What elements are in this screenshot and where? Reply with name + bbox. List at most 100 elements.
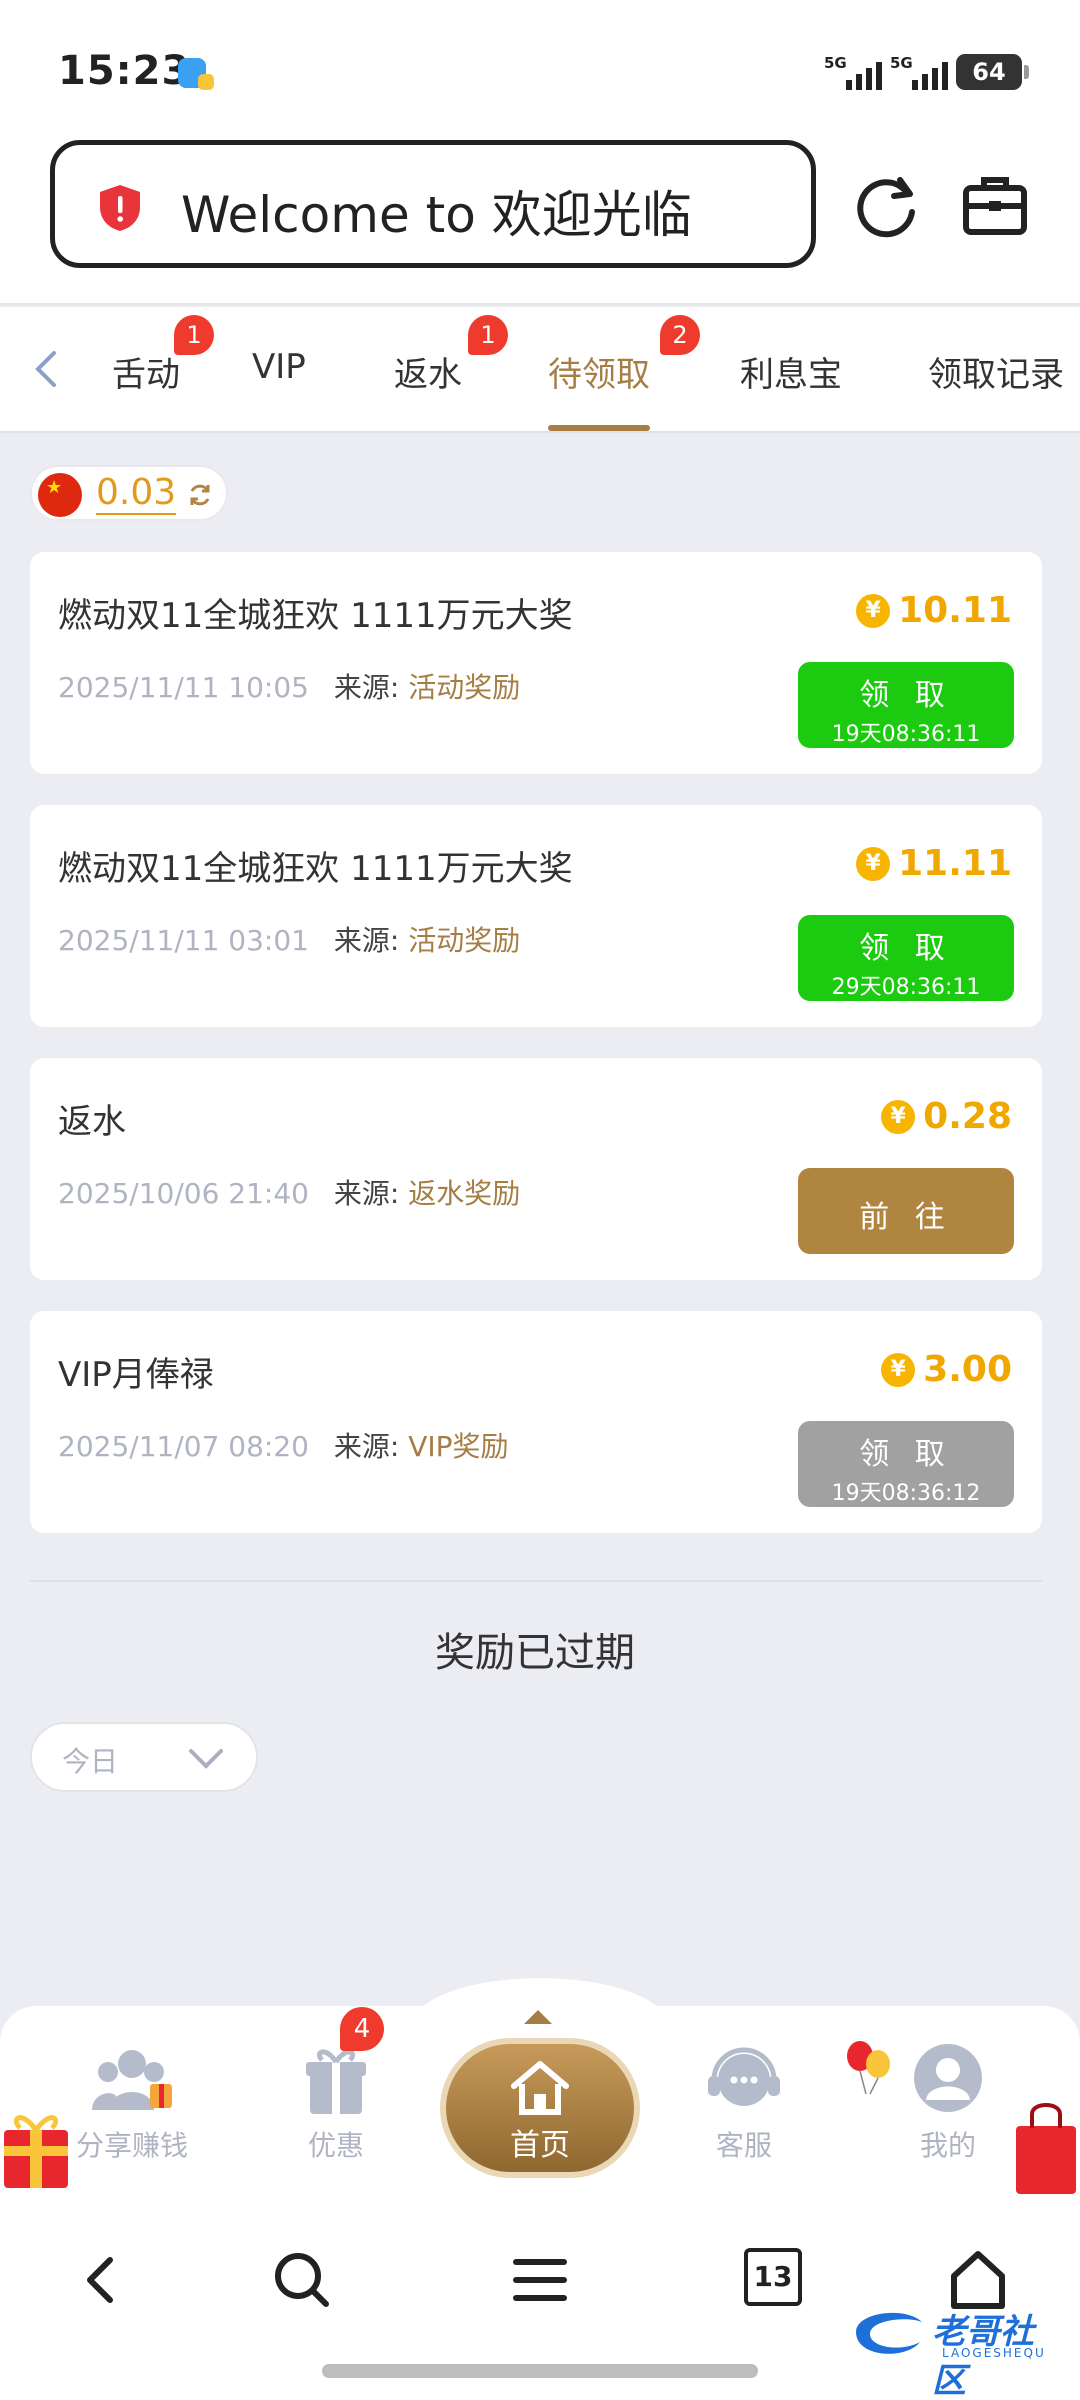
tab-vip[interactable]: VIP — [252, 347, 306, 387]
reward-amount: ¥ 0.28 — [881, 1096, 1012, 1137]
tab-rebate[interactable]: 返水 — [394, 347, 462, 396]
claim-button-disabled[interactable]: 领 取 19天08:36:12 — [798, 1421, 1014, 1507]
tab-pending[interactable]: 待领取 — [548, 347, 650, 396]
shield-icon — [100, 185, 140, 231]
nav-label: 优惠 — [307, 2129, 364, 2162]
caret-up-icon[interactable] — [520, 2006, 556, 2028]
date-filter-value: 今日 — [62, 1745, 119, 1778]
claim-button-label: 领 取 — [859, 1437, 953, 1472]
tab-badge: 1 — [174, 315, 214, 355]
search-icon[interactable] — [270, 2248, 334, 2312]
claim-countdown: 29天08:36:11 — [831, 975, 981, 1000]
reward-title: VIP月俸禄 — [58, 1355, 214, 1395]
claim-countdown: 19天08:36:12 — [831, 1481, 981, 1506]
signal-label: 5G — [890, 54, 913, 72]
reward-meta: 2025/10/06 21:40 来源: 返水奖励 — [58, 1172, 520, 1212]
claim-button-label: 领 取 — [859, 931, 953, 966]
back-icon[interactable] — [70, 2248, 134, 2312]
signal-label: 5G — [824, 54, 847, 72]
reward-date: 2025/11/11 03:01 — [58, 924, 309, 957]
nav-share-earn[interactable]: 分享赚钱 — [52, 2040, 212, 2164]
reward-source-label: 来源: — [333, 924, 400, 957]
nav-home-button[interactable]: 首页 — [440, 2038, 640, 2178]
reward-source: VIP奖励 — [408, 1430, 509, 1463]
nav-label: 分享赚钱 — [75, 2129, 188, 2162]
menu-icon[interactable] — [508, 2248, 572, 2312]
go-button[interactable]: 前 往 — [798, 1168, 1014, 1254]
coin-icon: ¥ — [881, 1099, 916, 1134]
reward-source-label: 来源: — [333, 1430, 400, 1463]
balance-amount: 0.03 — [96, 472, 177, 515]
watermark-subtext: LAOGESHEQU — [942, 2346, 1046, 2360]
browser-address-area: Welcome to 欢迎光临 — [0, 140, 1080, 305]
tab-badge: 1 — [468, 315, 508, 355]
tabs-count-button[interactable]: 13 — [744, 2248, 802, 2306]
reward-card: VIP月俸禄 2025/11/07 08:20 来源: VIP奖励 ¥ 3.00… — [30, 1311, 1042, 1533]
reward-date: 2025/10/06 21:40 — [58, 1177, 309, 1210]
reward-amount: ¥ 3.00 — [881, 1349, 1012, 1390]
refresh-balance-icon[interactable] — [186, 481, 214, 509]
reward-meta: 2025/11/11 10:05 来源: 活动奖励 — [58, 666, 520, 706]
reward-date: 2025/11/07 08:20 — [58, 1430, 309, 1463]
chevron-down-icon — [189, 1749, 223, 1769]
coin-icon: ¥ — [881, 1352, 916, 1387]
offers-badge: 4 — [340, 2007, 384, 2051]
reward-title: 燃动双11全城狂欢 1111万元大奖 — [58, 849, 573, 889]
battery-icon: 64 — [956, 54, 1029, 90]
status-time: 15:23 — [58, 48, 191, 94]
reward-meta: 2025/11/07 08:20 来源: VIP奖励 — [58, 1425, 509, 1465]
reward-amount-value: 10.11 — [898, 590, 1012, 631]
nav-mine[interactable]: 我的 — [868, 2040, 1028, 2164]
claim-button[interactable]: 领 取 19天08:36:11 — [798, 662, 1014, 748]
reward-card: 燃动双11全城狂欢 1111万元大奖 2025/11/11 10:05 来源: … — [30, 552, 1042, 774]
tab-bar: 舌动 1 VIP 返水 1 待领取 2 利息宝 领取记录 — [0, 307, 1080, 433]
tab-interest[interactable]: 利息宝 — [740, 347, 842, 396]
user-avatar-icon — [914, 2044, 982, 2112]
china-flag-icon — [38, 473, 82, 517]
chevron-left-icon[interactable] — [28, 349, 68, 389]
tab-history[interactable]: 领取记录 — [928, 347, 1064, 396]
claim-button[interactable]: 领 取 29天08:36:11 — [798, 915, 1014, 1001]
nav-label: 客服 — [715, 2129, 772, 2162]
reward-amount-value: 11.11 — [898, 843, 1012, 884]
reward-title: 燃动双11全城狂欢 1111万元大奖 — [58, 596, 573, 636]
toolbox-icon[interactable] — [960, 170, 1030, 240]
reward-source-label: 来源: — [333, 1177, 400, 1210]
tab-activity[interactable]: 舌动 — [112, 347, 180, 396]
nav-offers[interactable]: 优惠 — [256, 2040, 416, 2164]
active-tab-indicator — [548, 425, 650, 431]
reward-card: 返水 2025/10/06 21:40 来源: 返水奖励 ¥ 0.28 前 往 — [30, 1058, 1042, 1280]
headset-icon — [708, 2047, 780, 2106]
address-bar[interactable]: Welcome to 欢迎光临 — [50, 140, 816, 268]
reward-card: 燃动双11全城狂欢 1111万元大奖 2025/11/11 03:01 来源: … — [30, 805, 1042, 1027]
gift-icon — [306, 2049, 366, 2114]
people-icon — [92, 2050, 172, 2110]
date-filter-select[interactable]: 今日 — [30, 1722, 258, 1792]
balance-chip: 0.03 — [30, 465, 228, 521]
expired-section-title: 奖励已过期 — [435, 1630, 635, 1676]
dragon-logo-icon — [856, 2312, 922, 2354]
claim-button-label: 领 取 — [859, 678, 953, 713]
watermark-logo: 老哥社区 LAOGESHEQU — [846, 2298, 1066, 2400]
coin-icon: ¥ — [856, 846, 891, 881]
reward-source: 活动奖励 — [408, 924, 521, 957]
reward-amount-value: 3.00 — [923, 1349, 1012, 1390]
nav-label: 我的 — [919, 2129, 976, 2162]
reward-date: 2025/11/11 10:05 — [58, 671, 309, 704]
address-text: Welcome to 欢迎光临 — [181, 186, 692, 244]
reward-title: 返水 — [58, 1102, 126, 1142]
reward-amount-value: 0.28 — [923, 1096, 1012, 1137]
reward-amount: ¥ 11.11 — [856, 843, 1012, 884]
divider — [30, 1580, 1042, 1582]
nav-customer-service[interactable]: 客服 — [664, 2040, 824, 2164]
nav-label: 首页 — [510, 2128, 570, 2163]
gesture-home-bar[interactable] — [322, 2364, 758, 2378]
coin-icon: ¥ — [856, 593, 891, 628]
signal-icon: 5G — [824, 54, 892, 90]
tab-badge: 2 — [660, 315, 700, 355]
refresh-icon[interactable] — [852, 170, 922, 240]
status-bar: 15:23 5G 5G 64 — [0, 0, 1080, 140]
reward-source: 返水奖励 — [408, 1177, 521, 1210]
reward-source: 活动奖励 — [408, 671, 521, 704]
claim-countdown: 19天08:36:11 — [831, 722, 981, 747]
